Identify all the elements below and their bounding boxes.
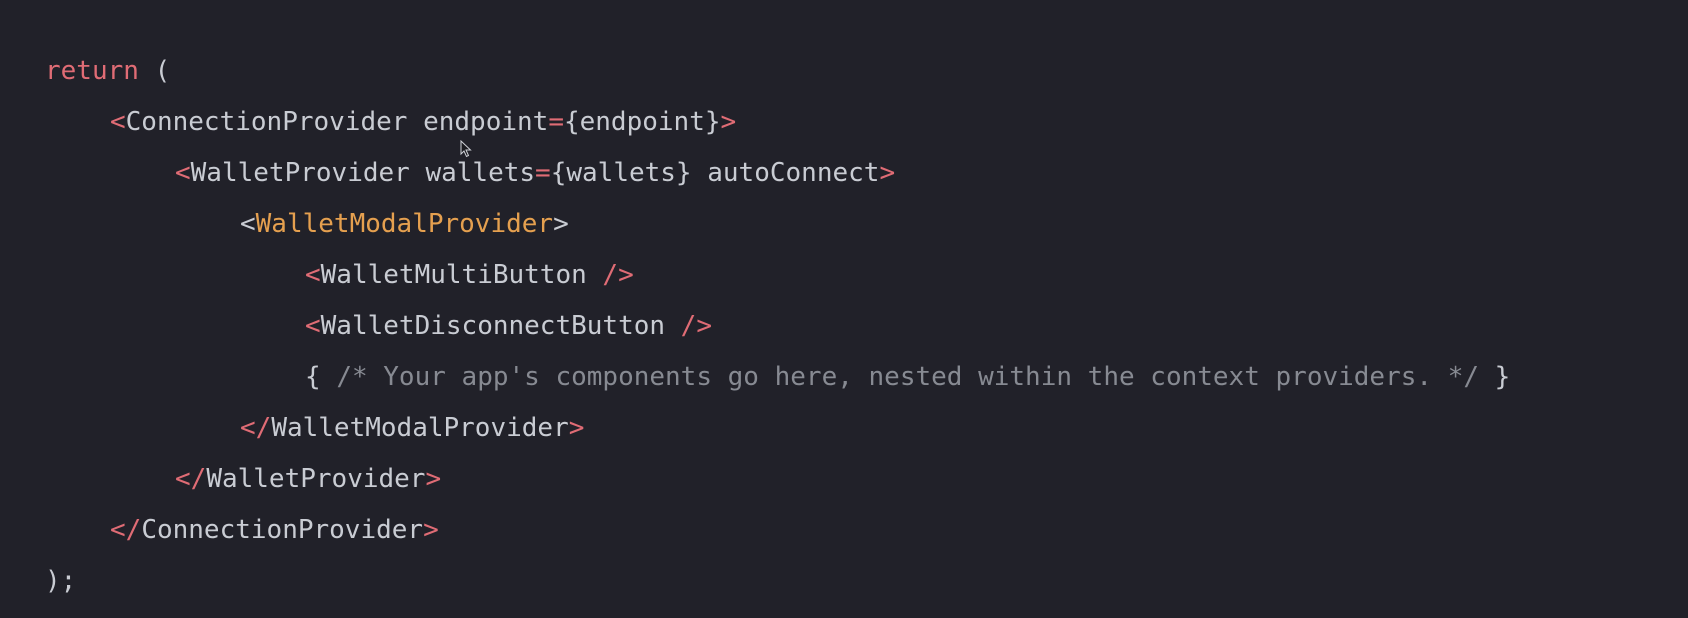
code-line-return: return ( [45,46,170,97]
closing-tag-open-bracket: </ [175,464,207,494]
wallet-multi-button-tag: WalletMultiButton [320,260,587,290]
code-view: return ( <ConnectionProvider endpoint={e… [0,0,1688,618]
close-brace: } [1479,362,1511,392]
self-closing-bracket: /> [586,260,634,290]
closing-tag-open-bracket: </ [240,413,272,443]
code-line-connection-provider-close: </ConnectionProvider> [45,505,439,556]
close-paren-semicolon: ); [45,566,77,596]
return-keyword: return [45,56,139,86]
wallet-disconnect-button-tag: WalletDisconnectButton [320,311,666,341]
endpoint-attribute: endpoint [423,107,549,137]
tag-open-bracket: < [240,209,256,239]
tag-open-bracket: < [175,158,191,188]
tag-close-bracket: > [553,209,569,239]
self-closing-bracket: /> [665,311,712,341]
code-line-comment: { /* Your app's components go here, nest… [45,352,1510,403]
code-comment: /* Your app's components go here, nested… [336,362,1480,392]
code-line-wallet-modal-provider-close: </WalletModalProvider> [45,403,584,454]
tag-close-bracket: > [423,515,439,545]
tag-open-bracket: < [110,107,126,137]
tag-close-bracket: > [425,464,442,494]
endpoint-value: {endpoint} [563,107,721,137]
equals-operator: = [548,107,564,137]
code-line-wallet-multi-button: <WalletMultiButton /> [45,250,634,301]
code-line-wallet-modal-provider-open: <WalletModalProvider> [45,199,569,250]
code-line-connection-provider-open: <ConnectionProvider endpoint={endpoint}> [45,97,736,148]
connection-provider-tag: ConnectionProvider [125,107,408,137]
code-line-close: ); [45,556,76,607]
wallet-provider-tag: WalletProvider [190,158,410,188]
wallet-provider-tag: WalletProvider [206,464,426,494]
wallet-modal-provider-tag: WalletModalProvider [271,413,569,443]
tag-open-bracket: < [305,260,321,290]
wallet-modal-provider-tag: WalletModalProvider [255,209,554,239]
code-line-wallet-disconnect-button: <WalletDisconnectButton /> [45,301,712,352]
code-line-wallet-provider-close: </WalletProvider> [45,454,441,505]
tag-close-bracket: > [879,158,896,188]
tag-close-bracket: > [568,413,585,443]
wallets-value: {wallets} [550,158,692,188]
open-brace: { [305,362,337,392]
wallets-attribute: wallets [425,158,536,188]
equals-operator: = [535,158,551,188]
closing-tag-open-bracket: </ [110,515,142,545]
tag-open-bracket: < [305,311,321,341]
autoconnect-attribute: autoConnect [707,158,880,188]
tag-close-bracket: > [720,107,737,137]
connection-provider-tag: ConnectionProvider [141,515,424,545]
mouse-pointer-icon [460,140,472,158]
open-paren: ( [138,56,171,86]
